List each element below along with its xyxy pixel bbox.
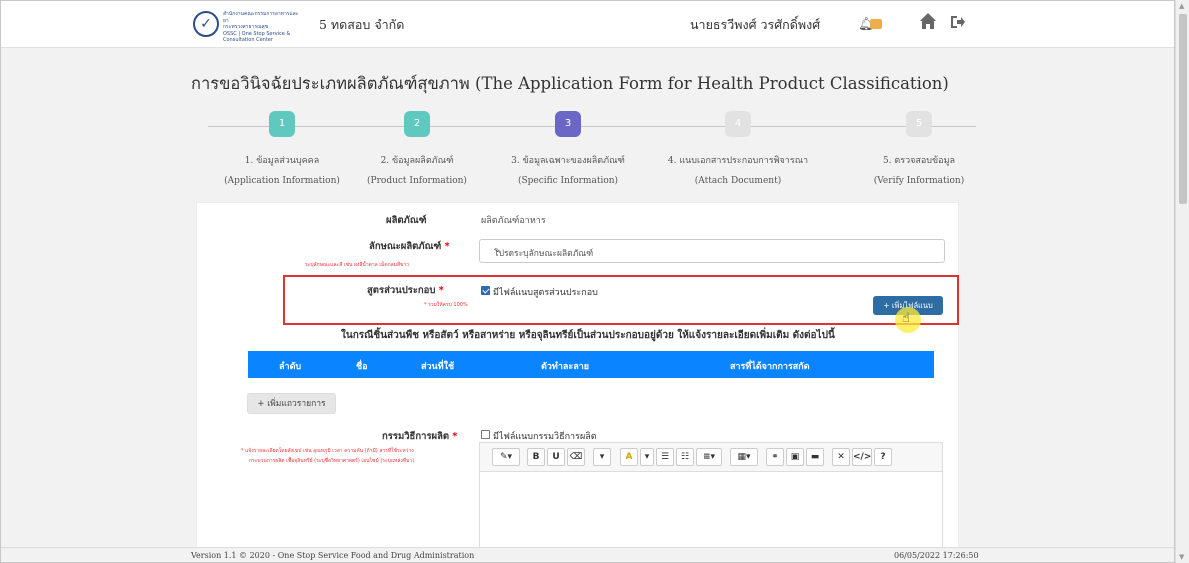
step-3[interactable]: 3 3. ข้อมูลเฉพาะของผลิตภัณฑ์ (Specific I… xyxy=(483,111,653,186)
code-view-icon[interactable]: </> xyxy=(852,448,872,466)
formula-label: สูตรส่วนประกอบ * xyxy=(367,283,444,298)
step-5[interactable]: 5 5. ตรวจสอบข้อมูล (Verify Information) xyxy=(834,111,1004,186)
process-file-checkbox[interactable] xyxy=(481,430,490,439)
step-2-label: 2. ข้อมูลผลิตภัณฑ์ xyxy=(380,156,454,166)
bold-icon[interactable]: B xyxy=(527,448,545,466)
formula-file-checkbox-label[interactable]: มีไฟล์แนบสูตรส่วนประกอบ xyxy=(493,285,598,299)
plant-animal-notice: ในกรณีชิ้นส่วนพืช หรือสัตว์ หรือสาหร่าย … xyxy=(341,330,835,341)
fullscreen-icon[interactable]: ✕ xyxy=(832,448,850,466)
formula-hint: * รวมให้ครบ 100% xyxy=(424,302,468,308)
scroll-down-icon[interactable]: ▼ xyxy=(1179,553,1184,561)
top-navbar: ✓ สำนักงานคณะกรรมการอาหารและยา กระทรวงสา… xyxy=(1,1,1174,48)
version-text: Version 1.1 © 2020 - One Stop Service Fo… xyxy=(191,551,475,560)
logo-line-1: สำนักงานคณะกรรมการอาหารและยา xyxy=(223,11,299,24)
step-3-badge: 3 xyxy=(555,111,581,137)
formula-label-text: สูตรส่วนประกอบ xyxy=(367,285,436,296)
magic-wand-icon[interactable]: ✎▾ xyxy=(492,448,520,466)
user-name[interactable]: นายธรวีพงศ์ วรศักดิ์พงศ์ xyxy=(690,15,820,35)
underline-icon[interactable]: U xyxy=(547,448,565,466)
page-footer: Version 1.1 © 2020 - One Stop Service Fo… xyxy=(1,547,1174,562)
video-icon[interactable]: ▬ xyxy=(806,448,824,466)
required-mark: * xyxy=(449,431,458,442)
feature-hint: ระบุลักษณะและสี เช่น ผงสีน้ำตาล เม็ดกลมส… xyxy=(305,262,410,268)
table-icon[interactable]: ▦▾ xyxy=(730,448,758,466)
logo-line-3: OSSC | One Stop Service & Consultation C… xyxy=(223,30,291,44)
step-5-badge: 5 xyxy=(906,111,932,137)
unordered-list-icon[interactable]: ☰ xyxy=(656,448,674,466)
help-icon[interactable]: ? xyxy=(874,448,892,466)
col-solvent: ตัวทำละลาย xyxy=(541,362,590,372)
step-5-sublabel: (Verify Information) xyxy=(873,176,965,186)
step-3-label: 3. ข้อมูลเฉพาะของผลิตภัณฑ์ xyxy=(511,156,625,166)
step-2-badge: 2 xyxy=(404,111,430,137)
step-4-sublabel: (Attach Document) xyxy=(694,176,782,186)
col-part-used: ส่วนที่ใช้ xyxy=(421,362,455,372)
col-order: ลำดับ xyxy=(279,362,302,372)
paragraph-align-icon[interactable]: ≡▾ xyxy=(696,448,722,466)
font-size-dropdown[interactable]: ▾ xyxy=(593,448,611,466)
col-name: ชื่อ xyxy=(356,362,368,372)
fda-logo[interactable]: ✓ xyxy=(193,11,219,37)
required-mark: * xyxy=(441,241,450,252)
step-3-sublabel: (Specific Information) xyxy=(517,176,619,186)
feature-select[interactable]: โปรดระบุลักษณะผลิตภัณฑ์ ⌄ xyxy=(479,239,945,263)
step-1-badge: 1 xyxy=(269,111,295,137)
step-2[interactable]: 2 2. ข้อมูลผลิตภัณฑ์ (Product Informatio… xyxy=(332,111,502,186)
home-icon[interactable] xyxy=(919,10,937,32)
scrollbar-thumb[interactable] xyxy=(1179,14,1187,204)
add-row-button[interactable]: + เพิ่มแถวรายการ xyxy=(247,393,336,414)
editor-toolbar: ✎▾ B U ⌫ ▾ A ▾ ☰ ☷ ≡▾ ▦▾ ⚭ ▣ ▬ ✕ </> ? xyxy=(480,443,942,472)
image-icon[interactable]: ▣ xyxy=(786,448,804,466)
vertical-scrollbar[interactable]: ▲ ▼ xyxy=(1175,0,1189,563)
required-mark: * xyxy=(435,285,444,296)
product-label: ผลิตภัณฑ์ xyxy=(386,215,427,226)
browser-viewport: ✓ สำนักงานคณะกรรมการอาหารและยา กระทรวงสา… xyxy=(0,0,1175,563)
scroll-up-icon[interactable]: ▲ xyxy=(1179,2,1184,10)
process-hint-2: กระบวนการผลิต เชื้อจุลินทรีย์ (ระบุชื่อว… xyxy=(249,458,415,464)
process-file-checkbox-label[interactable]: มีไฟล์แนบกรรมวิธีการผลิต xyxy=(493,429,597,443)
logo-text: สำนักงานคณะกรรมการอาหารและยา กระทรวงสาธา… xyxy=(223,11,303,44)
eraser-icon[interactable]: ⌫ xyxy=(567,448,585,466)
color-dropdown[interactable]: ▾ xyxy=(640,448,654,466)
step-4-label: 4. แนบเอกสารประกอบการพิจารณา xyxy=(667,156,809,166)
link-icon[interactable]: ⚭ xyxy=(766,448,784,466)
step-2-sublabel: (Product Information) xyxy=(367,176,467,186)
process-hint-1: * แจ้งรายละเอียดโดยสังเขป เช่น อุณหภูมิ … xyxy=(241,448,414,454)
chevron-down-icon: ⌄ xyxy=(494,245,502,255)
feature-label: ลักษณะผลิตภัณฑ์ * xyxy=(369,239,450,254)
ingredients-table-header: ลำดับ ชื่อ ส่วนที่ใช้ ตัวทำละลาย สารที่ไ… xyxy=(248,351,934,378)
company-name: 5 ทดสอบ จำกัด xyxy=(319,17,405,32)
ordered-list-icon[interactable]: ☷ xyxy=(676,448,694,466)
process-label: กรรมวิธีการผลิต * xyxy=(382,429,457,444)
logout-icon[interactable] xyxy=(950,14,966,30)
process-label-text: กรรมวิธีการผลิต xyxy=(382,431,450,442)
col-extract: สารที่ได้จากการสกัด xyxy=(730,362,810,372)
formula-file-checkbox[interactable] xyxy=(481,286,490,295)
text-color-icon[interactable]: A xyxy=(620,448,638,466)
hand-cursor-icon: ☝︎ xyxy=(902,311,910,326)
feature-label-text: ลักษณะผลิตภัณฑ์ xyxy=(369,241,442,252)
datetime-text: 06/05/2022 17:26:50 xyxy=(894,551,979,560)
step-5-label: 5. ตรวจสอบข้อมูล xyxy=(882,156,956,166)
page-title: การขอวินิจฉัยประเภทผลิตภัณฑ์สุขภาพ (The … xyxy=(191,74,949,93)
step-4-badge: 4 xyxy=(725,111,751,137)
step-4[interactable]: 4 4. แนบเอกสารประกอบการพิจารณา (Attach D… xyxy=(653,111,823,186)
product-value: ผลิตภัณฑ์อาหาร xyxy=(481,216,546,226)
rich-text-editor[interactable]: ✎▾ B U ⌫ ▾ A ▾ ☰ ☷ ≡▾ ▦▾ ⚭ ▣ ▬ ✕ </> ? xyxy=(479,442,943,562)
notification-badge[interactable] xyxy=(870,19,882,29)
